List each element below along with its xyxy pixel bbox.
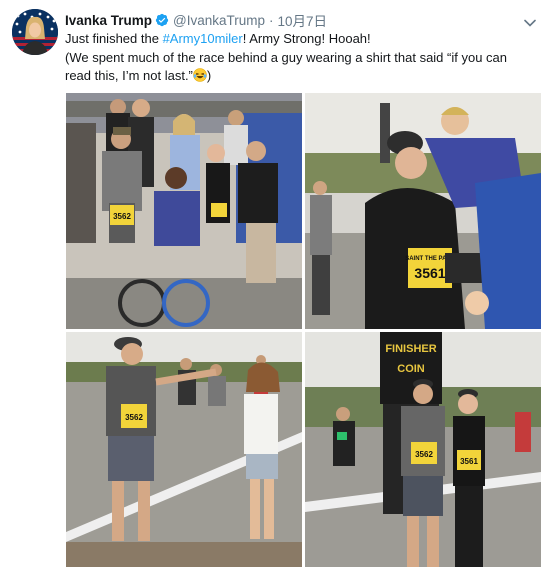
bib-number: 3561 [414, 265, 445, 281]
profile-avatar[interactable] [12, 9, 58, 55]
banner-text-line-1: FINISHER [385, 343, 436, 355]
photo-1-group[interactable]: 3562 [66, 93, 302, 329]
bib-number: 3561 [460, 457, 478, 466]
meta-separator: · [269, 12, 274, 28]
tweet-text-line-1: Just finished the #Army10miler! Army Str… [65, 30, 535, 49]
tweet-text-segment: ! Army Strong! Hooah! [242, 31, 371, 46]
banner-text-line-2: COIN [397, 363, 425, 375]
verified-badge-icon [155, 13, 169, 27]
photo-3-running[interactable]: 3562 [66, 332, 302, 567]
avatar-image [12, 9, 58, 55]
tweet-header: Ivanka Trump @IvankaTrump · 10月7日 [65, 10, 538, 30]
tweet-text-line-2: (We spent much of the race behind a guy … [65, 49, 535, 86]
tweet-text-segment: Just finished the [65, 31, 163, 46]
tweet-text-segment: ) [206, 68, 212, 83]
laughing-crying-emoji-icon [193, 68, 207, 82]
bib-number: 3562 [113, 212, 131, 221]
tweet-text: Just finished the #Army10miler! Army Str… [65, 30, 535, 86]
photo-4-finisher[interactable]: FINISHER COIN 3562 3561 [305, 332, 541, 567]
tweet-timestamp[interactable]: 10月7日 [278, 10, 328, 30]
bib-number: 3562 [415, 450, 433, 459]
bib-number: 3562 [125, 413, 143, 422]
author-handle[interactable]: @IvankaTrump [173, 13, 265, 28]
tweet-card: Ivanka Trump @IvankaTrump · 10月7日 Just f… [0, 0, 550, 568]
tweet-text-segment: (We spent much of the race behind a guy … [65, 49, 507, 84]
author-name[interactable]: Ivanka Trump [65, 13, 152, 28]
photo-grid: 3562 SAINT THE PACE 3561 3562 FINISHER C… [66, 93, 541, 567]
photo-2-hug[interactable]: SAINT THE PACE 3561 [305, 93, 541, 329]
hashtag-link[interactable]: #Army10miler [163, 31, 243, 46]
